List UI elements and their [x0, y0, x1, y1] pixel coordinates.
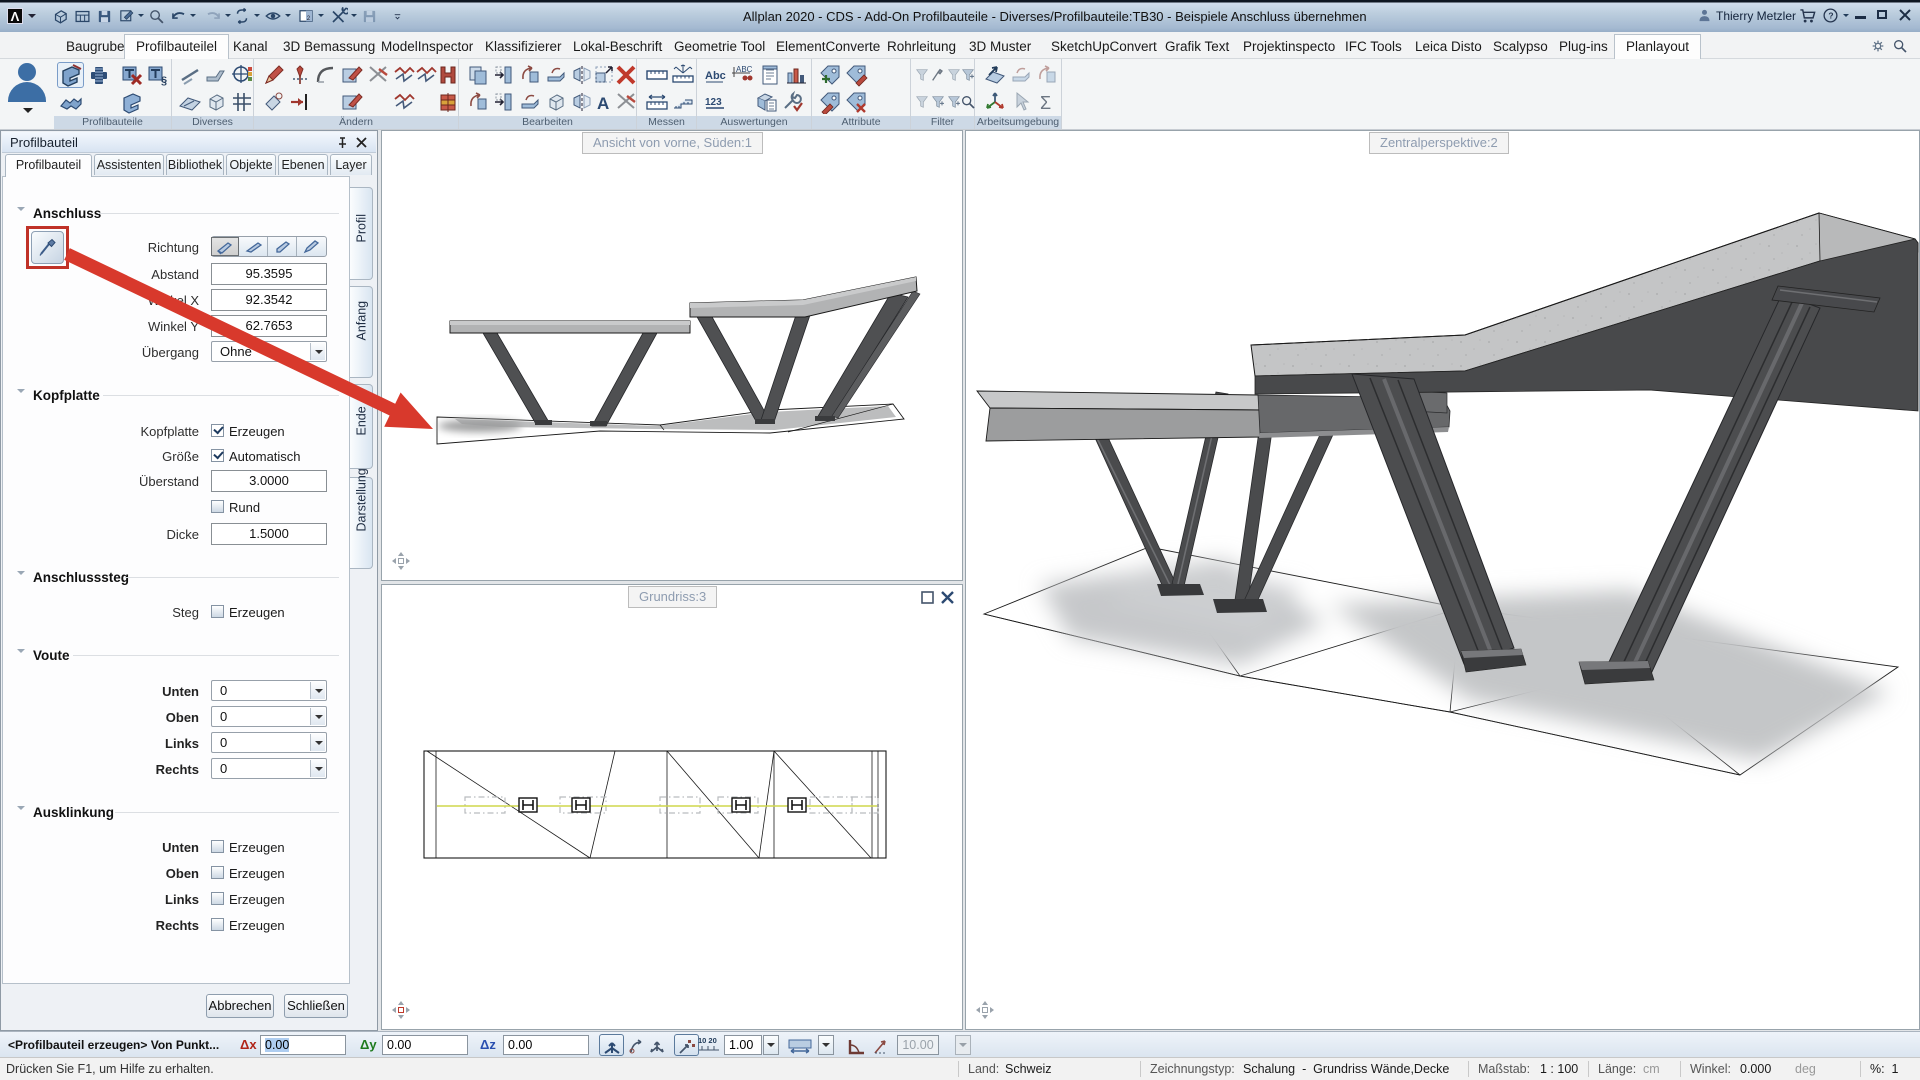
svg-text:A: A: [597, 94, 609, 113]
svg-text:10 20: 10 20: [698, 1036, 717, 1045]
